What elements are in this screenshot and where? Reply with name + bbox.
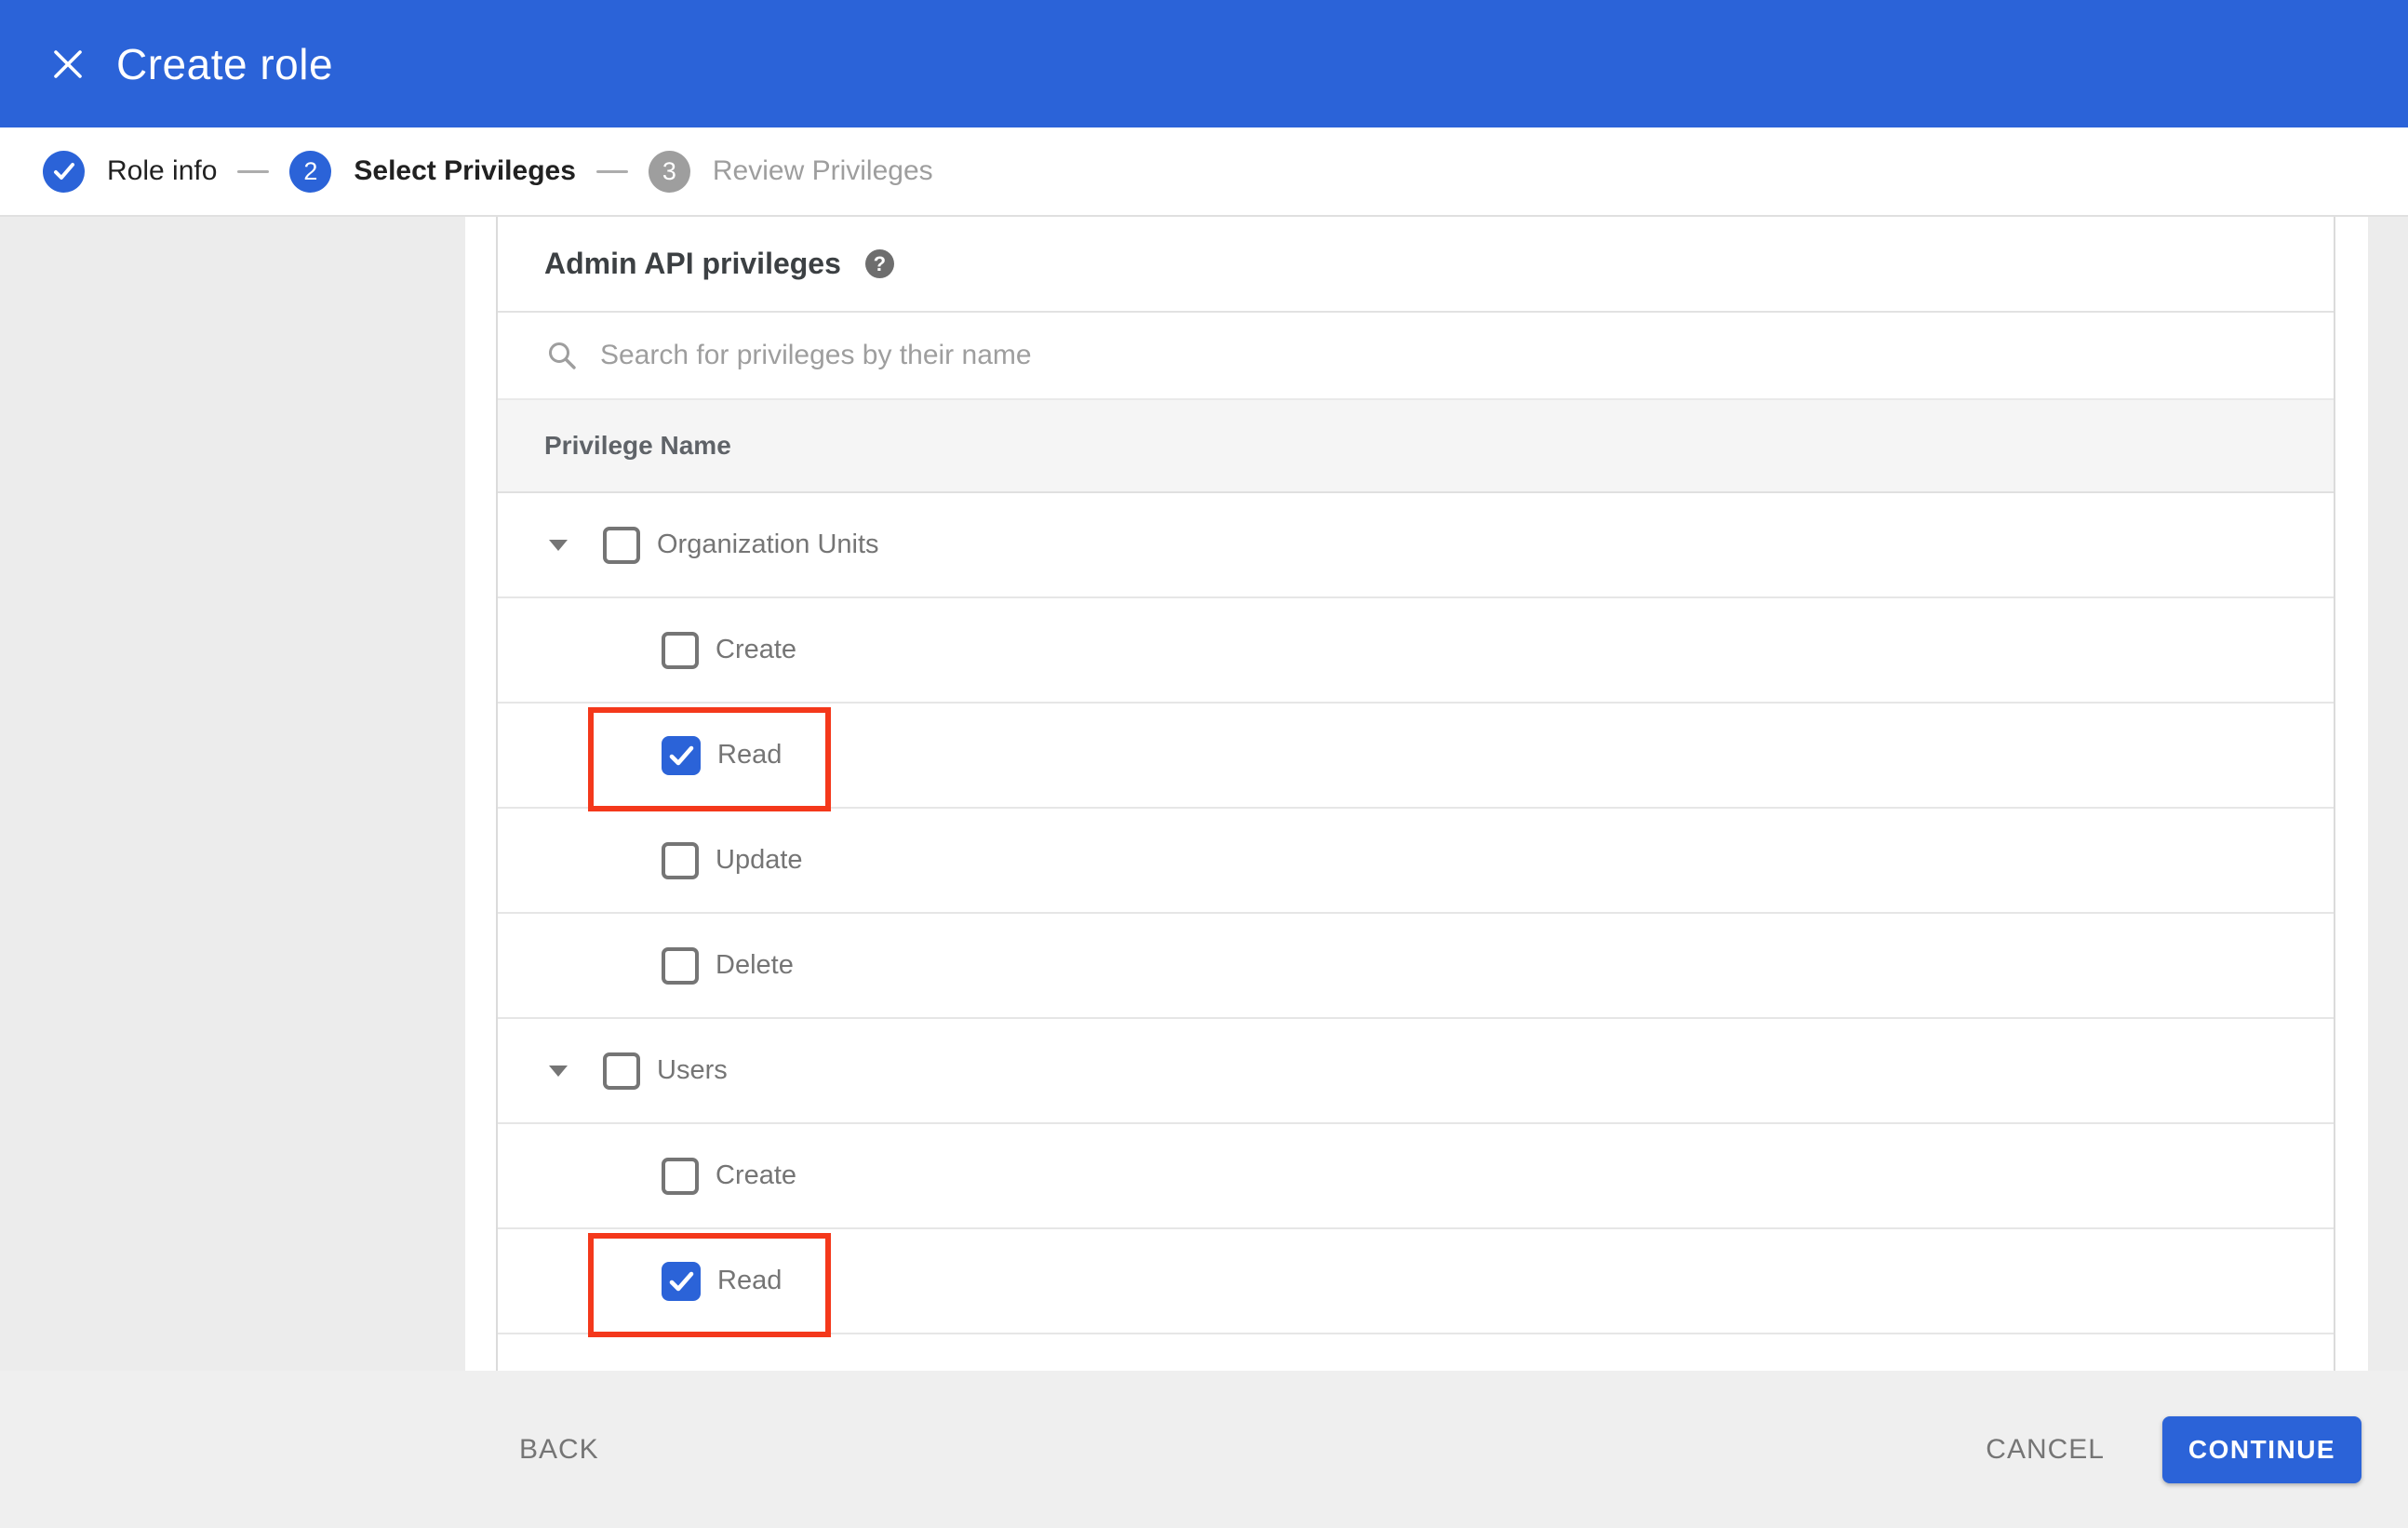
expand-arrow-icon[interactable] bbox=[549, 1065, 568, 1077]
stepper: Role info 2 Select Privileges 3 Review P… bbox=[0, 127, 2408, 217]
privilege-checkbox[interactable] bbox=[662, 841, 699, 879]
scroll-panel: Admin API privileges ? Privilege Name Or… bbox=[465, 217, 2368, 1371]
privilege-checkbox[interactable] bbox=[662, 631, 699, 669]
privileges-card: Admin API privileges ? Privilege Name Or… bbox=[496, 217, 2335, 1371]
highlight-box bbox=[588, 1233, 831, 1337]
search-icon bbox=[549, 342, 576, 369]
privilege-row: Delete bbox=[498, 914, 2334, 1019]
privilege-row: Create bbox=[498, 598, 2334, 704]
privilege-search-row bbox=[498, 313, 2334, 400]
highlight-box bbox=[588, 707, 831, 811]
privilege-row: Update bbox=[498, 809, 2334, 914]
step-select-privileges[interactable]: 2 Select Privileges bbox=[289, 150, 576, 193]
back-button[interactable]: BACK bbox=[519, 1434, 599, 1466]
column-header-privilege-name: Privilege Name bbox=[544, 431, 731, 460]
close-icon bbox=[54, 49, 82, 78]
step-number: 2 bbox=[289, 150, 332, 193]
privilege-label: Read bbox=[717, 1266, 783, 1295]
help-icon[interactable]: ? bbox=[864, 249, 894, 278]
step-label: Review Privileges bbox=[712, 155, 933, 186]
privilege-label: Users bbox=[657, 1055, 728, 1085]
privilege-row: Users bbox=[498, 1019, 2334, 1124]
table-header: Privilege Name bbox=[498, 400, 2334, 493]
step-number: 3 bbox=[648, 150, 690, 193]
privilege-label: Delete bbox=[716, 950, 794, 980]
dialog-title: Create role bbox=[116, 39, 334, 88]
privilege-row: Organization Units bbox=[498, 493, 2334, 598]
step-completed-check-icon bbox=[43, 150, 85, 193]
dialog-footer: BACK CANCEL CONTINUE bbox=[0, 1371, 2408, 1528]
dialog-body: Admin API privileges ? Privilege Name Or… bbox=[0, 217, 2408, 1371]
step-role-info[interactable]: Role info bbox=[43, 150, 218, 193]
privilege-rows: Organization Units Create Read Update Delete… bbox=[498, 493, 2334, 1337]
search-input[interactable] bbox=[600, 340, 1996, 371]
privilege-label: Read bbox=[717, 740, 783, 770]
privilege-label: Create bbox=[716, 635, 797, 664]
privilege-label: Create bbox=[716, 1160, 797, 1190]
step-label: Select Privileges bbox=[354, 155, 576, 186]
privilege-label: Update bbox=[716, 845, 803, 875]
step-connector bbox=[237, 169, 270, 173]
dialog-header: Create role bbox=[0, 0, 2408, 127]
privilege-checkbox[interactable] bbox=[662, 1261, 701, 1301]
privilege-checkbox[interactable] bbox=[662, 1157, 699, 1195]
section-title: Admin API privileges bbox=[544, 247, 841, 280]
step-connector bbox=[595, 169, 628, 173]
privilege-checkbox[interactable] bbox=[603, 526, 640, 564]
privilege-checkbox[interactable] bbox=[662, 946, 699, 985]
privilege-checkbox[interactable] bbox=[603, 1052, 640, 1090]
privilege-checkbox[interactable] bbox=[662, 735, 701, 775]
step-label: Role info bbox=[107, 155, 218, 186]
privilege-row: Read bbox=[498, 1229, 2334, 1337]
privilege-label: Organization Units bbox=[657, 529, 879, 559]
expand-arrow-icon[interactable] bbox=[549, 539, 568, 551]
close-button[interactable] bbox=[42, 38, 94, 90]
step-review-privileges[interactable]: 3 Review Privileges bbox=[648, 150, 933, 193]
cancel-button[interactable]: CANCEL bbox=[1986, 1434, 2105, 1466]
privilege-row: Read bbox=[498, 704, 2334, 811]
section-heading: Admin API privileges ? bbox=[498, 217, 2334, 313]
continue-button[interactable]: CONTINUE bbox=[2162, 1415, 2361, 1483]
privilege-row: Create bbox=[498, 1124, 2334, 1229]
